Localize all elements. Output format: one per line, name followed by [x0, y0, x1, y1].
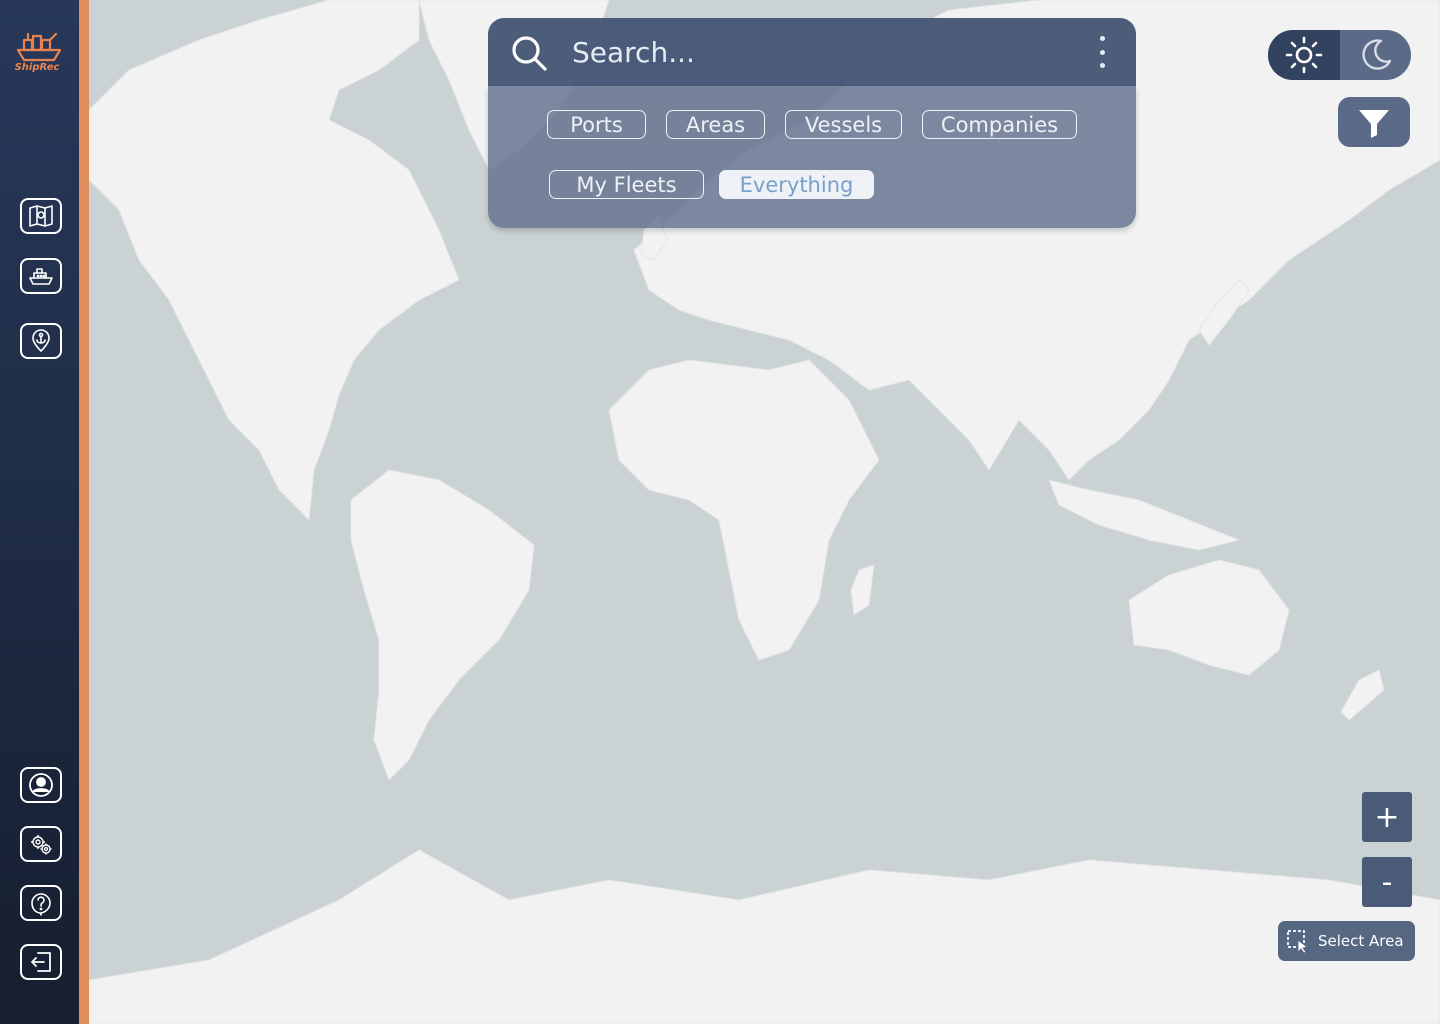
- sidebar-item-ports[interactable]: [20, 323, 62, 359]
- funnel-icon: [1359, 110, 1389, 138]
- ship-icon: [29, 268, 53, 285]
- filter-chip-vessels[interactable]: Vessels: [785, 110, 902, 139]
- sidebar-item-vessels[interactable]: [20, 258, 62, 294]
- sidebar-accent-border: [79, 0, 89, 1024]
- sidebar-item-logout[interactable]: [20, 944, 62, 980]
- sidebar-item-settings[interactable]: [20, 826, 62, 862]
- settings-icon: [31, 835, 52, 855]
- sun-icon: [1285, 36, 1323, 74]
- map-filter-button[interactable]: [1338, 97, 1410, 147]
- filter-chip-areas[interactable]: Areas: [666, 110, 765, 139]
- select-area-label: Select Area: [1318, 932, 1404, 950]
- search-filter-panel: Ports Areas Vessels Companies My Fleets …: [488, 86, 1136, 228]
- search-input[interactable]: [572, 32, 1072, 72]
- dark-theme-button[interactable]: [1340, 30, 1411, 80]
- port-anchor-icon: [32, 329, 50, 352]
- app-logo[interactable]: ShipRec: [10, 28, 70, 78]
- map-icon: [29, 205, 53, 227]
- filter-chip-companies[interactable]: Companies: [922, 110, 1077, 139]
- app-logo-text: ShipRec: [14, 62, 60, 73]
- light-theme-button[interactable]: [1268, 30, 1340, 80]
- moon-icon: [1361, 39, 1391, 70]
- ship-logo-icon: [16, 32, 62, 62]
- logout-icon: [31, 952, 51, 972]
- search-icon[interactable]: [510, 34, 548, 72]
- help-icon: [31, 893, 51, 916]
- select-area-icon: [1287, 930, 1308, 953]
- sidebar: ShipRec: [0, 0, 79, 1024]
- select-area-button[interactable]: Select Area: [1278, 921, 1415, 961]
- sidebar-item-profile[interactable]: [20, 767, 62, 803]
- filter-chip-my-fleets[interactable]: My Fleets: [549, 170, 704, 199]
- filter-chip-ports[interactable]: Ports: [547, 110, 646, 139]
- sidebar-item-help[interactable]: [20, 885, 62, 921]
- zoom-out-button[interactable]: -: [1362, 857, 1412, 907]
- sidebar-item-map[interactable]: [20, 198, 62, 234]
- search-bar: [488, 18, 1136, 86]
- search-options-menu-icon[interactable]: [1092, 34, 1112, 70]
- theme-toggle: [1268, 30, 1411, 80]
- filter-chip-everything[interactable]: Everything: [719, 170, 874, 199]
- zoom-in-button[interactable]: +: [1362, 792, 1412, 842]
- user-profile-icon: [29, 773, 53, 797]
